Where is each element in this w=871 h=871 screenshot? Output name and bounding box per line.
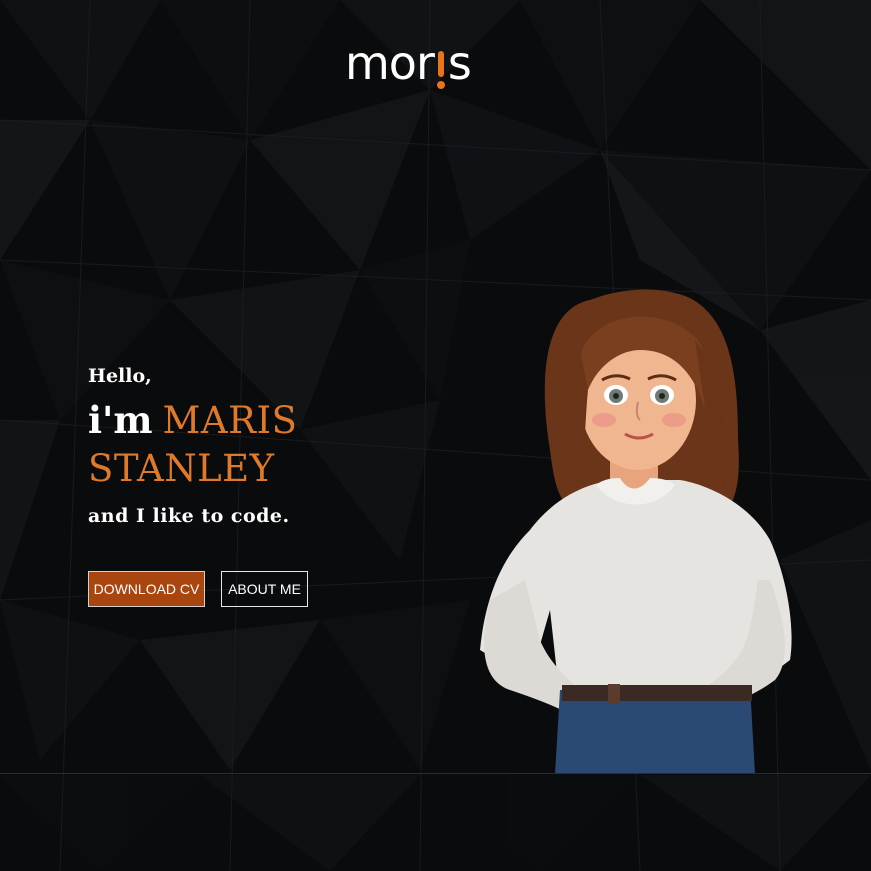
logo-text-end: s — [447, 36, 472, 90]
hero-name-last: STANLEY — [88, 447, 275, 490]
section-divider — [0, 773, 871, 774]
about-me-button[interactable]: ABOUT ME — [221, 571, 308, 607]
hero-tagline: and I like to code. — [88, 505, 290, 527]
logo-text-start: mor — [345, 36, 435, 90]
hero-headline: i'm MARIS STANLEY — [88, 396, 418, 493]
site-logo[interactable]: mor s — [345, 36, 472, 98]
hero-intro: Hello, i'm MARIS STANLEY and I like to co… — [88, 362, 418, 527]
download-cv-button[interactable]: DOWNLOAD CV — [88, 571, 205, 607]
page: mor s Hello, i'm MARIS STANLEY and I like… — [0, 0, 871, 871]
hero-greeting: Hello, — [88, 365, 152, 387]
avatar-illustration — [480, 289, 792, 774]
hero-im: i'm — [88, 398, 153, 442]
hero-name-first: MARIS — [162, 399, 298, 442]
logo-exclamation-icon — [435, 38, 447, 92]
